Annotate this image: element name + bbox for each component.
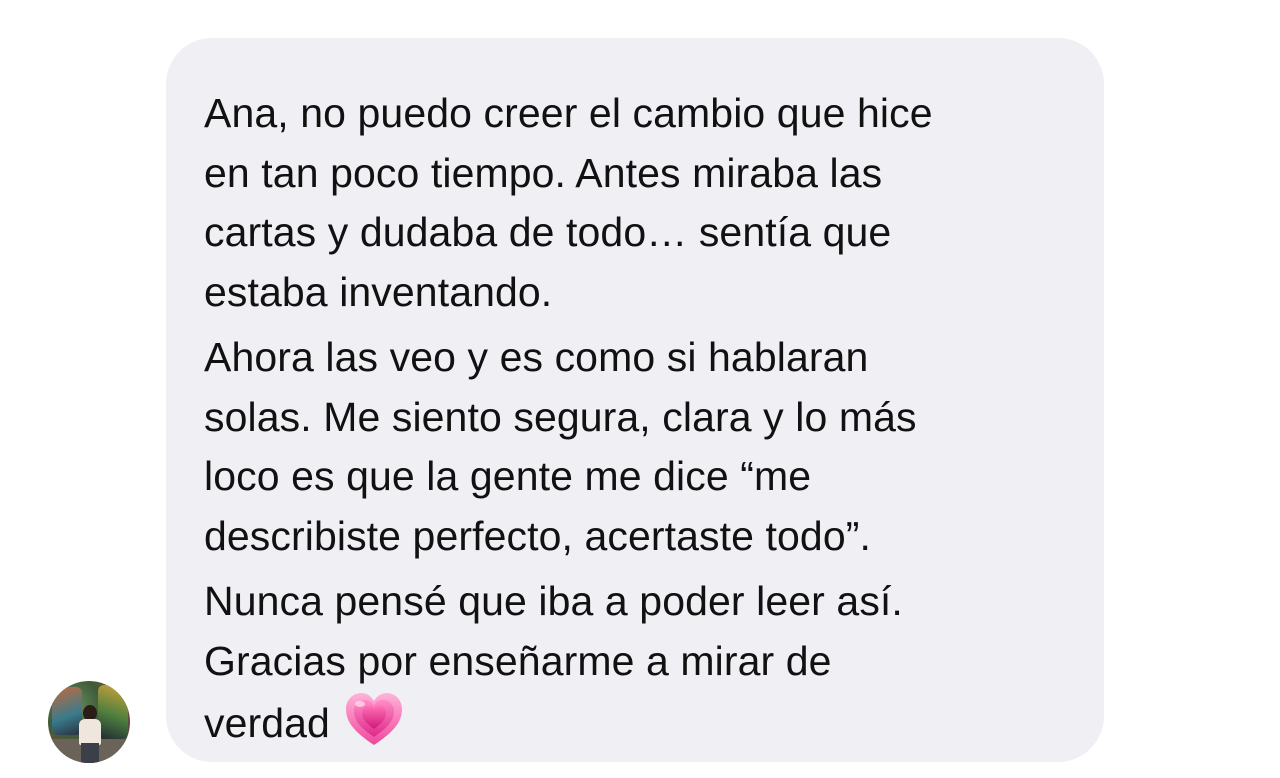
avatar-person-torso	[79, 719, 101, 745]
message-line: en tan poco tiempo. Antes miraba las	[204, 149, 883, 196]
message-line: Ana, no puedo creer el cambio que hice	[204, 90, 933, 136]
message-paragraph: Ana, no puedo creer el cambio que hice e…	[204, 84, 1064, 322]
message-line: describiste perfecto, acertaste todo”.	[204, 512, 871, 559]
growing-heart-icon	[344, 691, 404, 747]
message-line-text: verdad	[204, 700, 330, 746]
message-line: solas. Me siento segura, clara y lo más	[204, 393, 917, 440]
avatar-person-legs	[81, 743, 99, 763]
message-line: cartas y dudaba de todo… sentía que	[204, 209, 892, 255]
sender-avatar[interactable]	[48, 681, 130, 763]
message-line: Nunca pensé que iba a poder leer así.	[204, 578, 903, 624]
message-paragraph: Ahora las veo y es como si hablaran sola…	[204, 328, 1064, 566]
message-last-line: verdad	[204, 691, 1064, 754]
avatar-background-mural	[52, 687, 82, 735]
message-paragraph: Nunca pensé que iba a poder leer así. Gr…	[204, 572, 1064, 754]
message-line: loco es que la gente me dice “me	[204, 453, 812, 499]
message-line: estaba inventando.	[204, 268, 553, 315]
message-line: Ahora las veo y es como si hablaran	[204, 334, 869, 380]
message-line: Gracias por enseñarme a mirar de	[204, 637, 832, 684]
avatar-background-mural	[98, 685, 128, 739]
message-bubble[interactable]: Ana, no puedo creer el cambio que hice e…	[166, 38, 1104, 762]
